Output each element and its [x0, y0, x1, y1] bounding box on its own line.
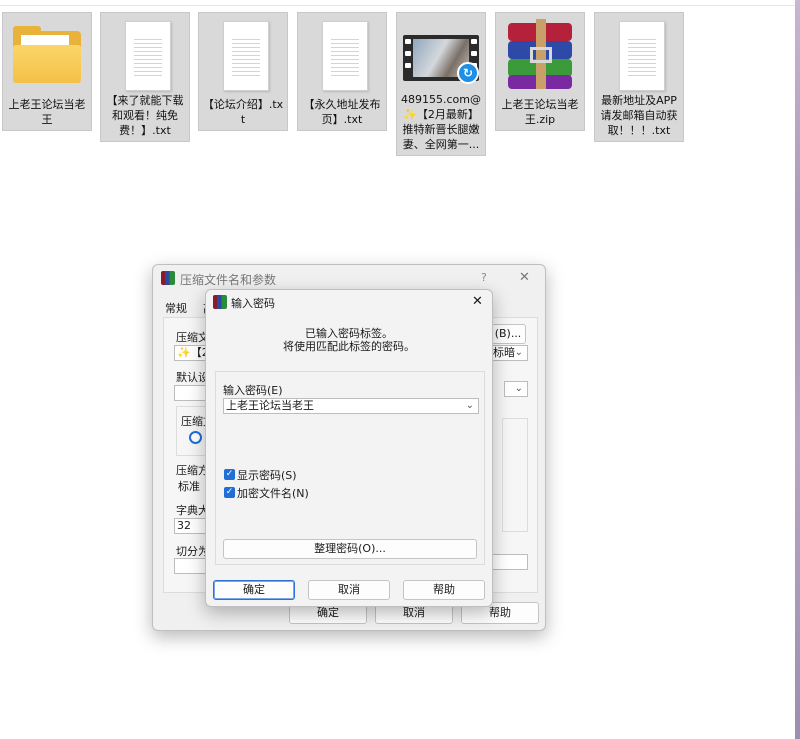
- folder-icon: [7, 17, 87, 95]
- archive-dialog-title: 压缩文件名和参数: [180, 273, 277, 287]
- file-txt-latest[interactable]: 最新地址及APP请发邮箱自动获取！！！.txt: [594, 12, 684, 142]
- file-folder-laowang[interactable]: 上老王论坛当老王: [2, 12, 92, 131]
- profile-value: 标暗: [493, 346, 515, 359]
- file-label: 上老王论坛当老王.zip: [501, 98, 579, 126]
- top-divider: [0, 5, 795, 6]
- tab-general[interactable]: 常规: [165, 300, 187, 316]
- password-dialog: 输入密码 ✕ 已输入密码标签。 将使用匹配此标签的密码。 输入密码(E) 上老王…: [205, 289, 493, 607]
- file-label: 【来了就能下载和观看！纯免费！】.txt: [106, 94, 184, 137]
- winrar-app-icon: [161, 271, 175, 285]
- password-group: 输入密码(E) 上老王论坛当老王 ⌄ ✓ 显示密码(S) ✓ 加密文件名(N) …: [215, 371, 485, 565]
- close-icon[interactable]: ✕: [472, 294, 483, 309]
- file-video[interactable]: ↻ 489155.com@✨【2月最新】推特新晋长腿嫩妻、全网第一...: [396, 12, 486, 156]
- file-label: 【论坛介绍】.txt: [202, 98, 284, 126]
- rar-format-radio[interactable]: [189, 431, 202, 444]
- close-icon[interactable]: ✕: [519, 270, 530, 285]
- help-icon[interactable]: ?: [481, 271, 487, 284]
- password-ok-button[interactable]: 确定: [213, 580, 295, 600]
- chevron-down-icon: ⌄: [514, 383, 523, 394]
- method-value[interactable]: 标准: [178, 478, 200, 494]
- profile-select[interactable]: 标暗 ⌄: [490, 345, 528, 361]
- file-label: 最新地址及APP请发邮箱自动获取！！！.txt: [600, 94, 678, 137]
- archive-options-group: [502, 418, 528, 532]
- password-input[interactable]: 上老王论坛当老王 ⌄: [223, 398, 479, 414]
- encrypt-names-checkbox[interactable]: ✓: [224, 487, 235, 498]
- file-zip[interactable]: 上老王论坛当老王.zip: [495, 12, 585, 131]
- sync-badge-icon: ↻: [457, 62, 479, 84]
- browse-button[interactable]: (B)...: [490, 324, 526, 344]
- winrar-archive-icon: [500, 17, 580, 95]
- organize-passwords-button[interactable]: 整理密码(O)...: [223, 539, 477, 559]
- file-label: 【永久地址发布页】.txt: [303, 98, 381, 126]
- file-label: 上老王论坛当老王: [8, 98, 86, 126]
- password-label: 输入密码(E): [223, 384, 283, 397]
- info-line-2: 将使用匹配此标签的密码。: [283, 340, 415, 353]
- password-dialog-titlebar: 输入密码 ✕: [206, 290, 492, 316]
- text-file-icon: [105, 17, 185, 91]
- file-txt-download[interactable]: 【来了就能下载和观看！纯免费！】.txt: [100, 12, 190, 142]
- text-file-icon: [203, 17, 283, 95]
- chevron-down-icon: ⌄: [514, 347, 523, 358]
- encrypt-names-label: 加密文件名(N): [237, 487, 309, 500]
- password-dialog-title: 输入密码: [231, 297, 275, 310]
- archive-dialog-titlebar: 压缩文件名和参数 ? ✕: [153, 265, 545, 291]
- desktop-wallpaper-edge: [795, 0, 800, 739]
- text-file-icon: [302, 17, 382, 95]
- file-txt-intro[interactable]: 【论坛介绍】.txt: [198, 12, 288, 131]
- winrar-app-icon: [213, 295, 227, 309]
- video-file-icon: ↻: [401, 17, 481, 90]
- password-help-button[interactable]: 帮助: [403, 580, 485, 600]
- show-password-checkbox[interactable]: ✓: [224, 469, 235, 480]
- file-label: 489155.com@✨【2月最新】推特新晋长腿嫩妻、全网第一...: [401, 93, 481, 151]
- update-mode-select[interactable]: ⌄: [504, 381, 528, 397]
- password-cancel-button[interactable]: 取消: [308, 580, 390, 600]
- text-file-icon: [599, 17, 679, 91]
- file-txt-address[interactable]: 【永久地址发布页】.txt: [297, 12, 387, 131]
- show-password-label: 显示密码(S): [237, 469, 297, 482]
- chevron-down-icon[interactable]: ⌄: [466, 399, 474, 413]
- password-value: 上老王论坛当老王: [226, 399, 314, 412]
